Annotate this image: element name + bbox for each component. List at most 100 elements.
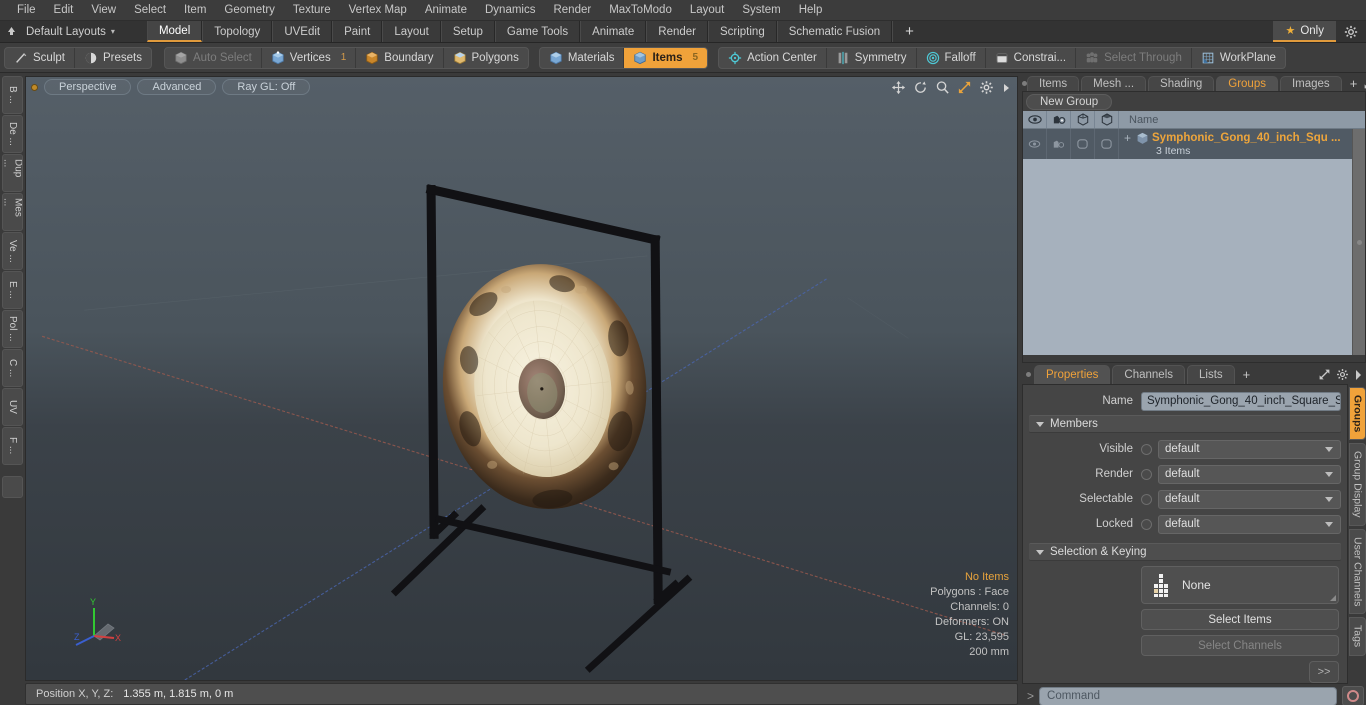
gear-icon[interactable] bbox=[1336, 368, 1349, 381]
left-tool-tab-0[interactable]: B ... bbox=[2, 76, 23, 114]
menu-item-vertex-map[interactable]: Vertex Map bbox=[340, 2, 416, 18]
table-row[interactable]: + Symphonic_Gong_40_inch_Squ ... 3 Items bbox=[1023, 129, 1352, 159]
layout-tab-topology[interactable]: Topology bbox=[202, 21, 273, 42]
new-group-button[interactable]: New Group bbox=[1026, 93, 1113, 110]
properties-tab-properties[interactable]: Properties bbox=[1034, 365, 1111, 384]
toolbar-button-vertices[interactable]: Vertices 1 bbox=[262, 47, 357, 68]
property-dropdown-visible[interactable]: default bbox=[1158, 439, 1341, 459]
move-icon[interactable] bbox=[891, 80, 906, 95]
eye-icon[interactable] bbox=[1023, 111, 1047, 128]
toolbar-button-items[interactable]: Items 5 bbox=[624, 47, 708, 68]
left-tool-tab-5[interactable]: E ... bbox=[2, 271, 23, 309]
record-icon[interactable] bbox=[1342, 686, 1364, 705]
toolbar-button-symmetry[interactable]: Symmetry bbox=[827, 47, 917, 68]
row-shaded-toggle[interactable] bbox=[1095, 129, 1119, 159]
default-layouts-dropdown[interactable]: Default Layouts ▾ bbox=[22, 21, 125, 42]
home-icon[interactable] bbox=[0, 21, 22, 42]
groups-list-scrollbar[interactable] bbox=[1352, 129, 1365, 355]
left-tool-tab-3[interactable]: Mes ... bbox=[2, 193, 23, 231]
menu-item-view[interactable]: View bbox=[82, 2, 125, 18]
layout-tab-animate[interactable]: Animate bbox=[580, 21, 647, 42]
left-tool-tab-8[interactable]: UV bbox=[2, 388, 23, 426]
gear-icon[interactable] bbox=[1336, 21, 1366, 42]
toolbar-button-select-through[interactable]: Select Through bbox=[1076, 47, 1192, 68]
command-input[interactable]: Command bbox=[1039, 686, 1337, 705]
menu-item-edit[interactable]: Edit bbox=[45, 2, 83, 18]
panel-tab-mesh[interactable]: Mesh ... bbox=[1081, 76, 1147, 91]
viewport-projection-dropdown[interactable]: Perspective bbox=[44, 79, 132, 95]
menu-item-animate[interactable]: Animate bbox=[416, 2, 476, 18]
menu-item-maxtomodo[interactable]: MaxToModo bbox=[600, 2, 681, 18]
group-name-input[interactable]: Symphonic_Gong_40_inch_Square_St bbox=[1141, 391, 1341, 411]
selection-keying-section-header[interactable]: Selection & Keying bbox=[1029, 543, 1341, 561]
properties-tab-channels[interactable]: Channels bbox=[1112, 365, 1186, 384]
row-expander-icon[interactable]: + bbox=[1124, 131, 1131, 145]
left-tool-tab-7[interactable]: C ... bbox=[2, 349, 23, 387]
menu-item-texture[interactable]: Texture bbox=[284, 2, 340, 18]
layout-tab-game-tools[interactable]: Game Tools bbox=[494, 21, 581, 42]
layout-tab-model[interactable]: Model bbox=[146, 21, 203, 42]
menu-item-system[interactable]: System bbox=[733, 2, 789, 18]
fit-icon[interactable] bbox=[957, 80, 972, 95]
layout-tab-uvedit[interactable]: UVEdit bbox=[272, 21, 333, 42]
property-radio-locked[interactable] bbox=[1141, 518, 1152, 530]
panel-tab-images[interactable]: Images bbox=[1279, 76, 1342, 91]
toolbar-button-workplane[interactable]: WorkPlane bbox=[1192, 48, 1285, 68]
zoom-icon[interactable] bbox=[935, 80, 950, 95]
toolbar-button-boundary[interactable]: Boundary bbox=[356, 47, 444, 68]
selection-set-field[interactable]: None bbox=[1141, 566, 1339, 604]
panel-tab-groups[interactable]: Groups bbox=[1216, 76, 1278, 91]
left-tool-tab-9[interactable]: F ... bbox=[2, 427, 23, 465]
left-tool-tab-4[interactable]: Ve ... bbox=[2, 232, 23, 270]
vertical-tab-group-display[interactable]: Group Display bbox=[1349, 443, 1366, 526]
add-properties-tab-button[interactable]: + bbox=[1237, 365, 1257, 384]
chevron-right-icon[interactable] bbox=[1354, 369, 1362, 381]
menu-item-render[interactable]: Render bbox=[544, 2, 600, 18]
left-tool-tab-extra[interactable] bbox=[2, 476, 23, 498]
shaded-icon[interactable] bbox=[1095, 111, 1119, 128]
select-items-button[interactable]: Select Items bbox=[1141, 609, 1339, 630]
property-radio-render[interactable] bbox=[1141, 468, 1152, 480]
toolbar-button-falloff[interactable]: Falloff bbox=[917, 47, 986, 68]
layout-tab-paint[interactable]: Paint bbox=[332, 21, 383, 42]
toolbar-button-constrai[interactable]: Constrai... bbox=[986, 47, 1077, 68]
panel-tab-shading[interactable]: Shading bbox=[1148, 76, 1215, 91]
menu-item-item[interactable]: Item bbox=[175, 2, 215, 18]
toolbar-button-presets[interactable]: Presets bbox=[75, 48, 151, 68]
menu-item-dynamics[interactable]: Dynamics bbox=[476, 2, 544, 18]
property-dropdown-render[interactable]: default bbox=[1158, 464, 1341, 484]
vertical-tab-groups[interactable]: Groups bbox=[1349, 387, 1366, 441]
3d-viewport[interactable]: Perspective Advanced Ray GL: Off Y X Z N… bbox=[25, 76, 1018, 681]
property-radio-selectable[interactable] bbox=[1141, 493, 1152, 505]
more-options-button[interactable]: >> bbox=[1309, 661, 1339, 683]
toolbar-button-polygons[interactable]: Polygons bbox=[444, 48, 528, 68]
menu-item-layout[interactable]: Layout bbox=[681, 2, 734, 18]
vertical-tab-tags[interactable]: Tags bbox=[1349, 617, 1366, 656]
members-section-header[interactable]: Members bbox=[1029, 415, 1341, 433]
layout-tab-setup[interactable]: Setup bbox=[440, 21, 495, 42]
left-tool-tab-2[interactable]: Dup ... bbox=[2, 154, 23, 192]
row-render-toggle[interactable] bbox=[1047, 129, 1071, 159]
left-tool-tab-1[interactable]: De ... bbox=[2, 115, 23, 153]
only-toggle-button[interactable]: ★ Only bbox=[1273, 21, 1336, 42]
layout-tab-layout[interactable]: Layout bbox=[382, 21, 441, 42]
row-visibility-toggle[interactable] bbox=[1023, 129, 1047, 159]
left-tool-tab-6[interactable]: Pol ... bbox=[2, 310, 23, 348]
toolbar-button-action-center[interactable]: Action Center bbox=[719, 47, 827, 68]
menu-item-file[interactable]: File bbox=[8, 2, 45, 18]
gear-icon[interactable] bbox=[979, 80, 994, 95]
layout-tab-schematic-fusion[interactable]: Schematic Fusion bbox=[776, 21, 893, 42]
property-dropdown-locked[interactable]: default bbox=[1158, 514, 1341, 534]
add-layout-tab-button[interactable]: + bbox=[892, 21, 926, 42]
toolbar-button-sculpt[interactable]: Sculpt bbox=[5, 47, 75, 68]
rotate-icon[interactable] bbox=[913, 80, 928, 95]
wireframe-icon[interactable] bbox=[1071, 111, 1095, 128]
properties-menu-dot[interactable] bbox=[1022, 365, 1034, 384]
layout-tab-scripting[interactable]: Scripting bbox=[707, 21, 777, 42]
panel-tab-items[interactable]: Items bbox=[1027, 76, 1080, 91]
property-dropdown-selectable[interactable]: default bbox=[1158, 489, 1341, 509]
menu-item-select[interactable]: Select bbox=[125, 2, 175, 18]
render-icon[interactable] bbox=[1047, 111, 1071, 128]
layout-tab-render[interactable]: Render bbox=[646, 21, 708, 42]
vertical-tab-user-channels[interactable]: User Channels bbox=[1349, 528, 1366, 615]
